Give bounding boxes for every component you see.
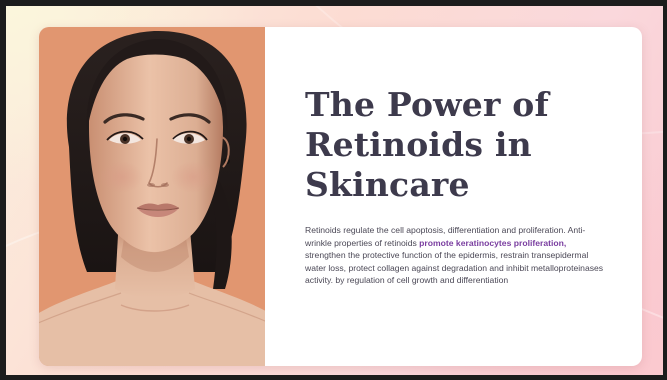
woman-portrait-photo: [39, 27, 265, 366]
title-line-3: Skincare: [305, 165, 470, 204]
slide-title: The Power of Retinoids in Skincare: [305, 85, 605, 205]
content-card: The Power of Retinoids in Skincare Retin…: [39, 27, 642, 366]
slide-frame: The Power of Retinoids in Skincare Retin…: [0, 0, 667, 380]
slide-body-text: Retinoids regulate the cell apoptosis, d…: [305, 224, 605, 287]
text-content: The Power of Retinoids in Skincare Retin…: [305, 27, 610, 366]
title-line-2: Retinoids in: [305, 125, 532, 164]
portrait-image: [39, 27, 265, 366]
title-line-1: The Power of: [305, 85, 549, 124]
body-text-highlight: promote keratinocytes proliferation,: [419, 237, 567, 248]
body-text-rest: strengthen the protective function of th…: [305, 250, 604, 285]
